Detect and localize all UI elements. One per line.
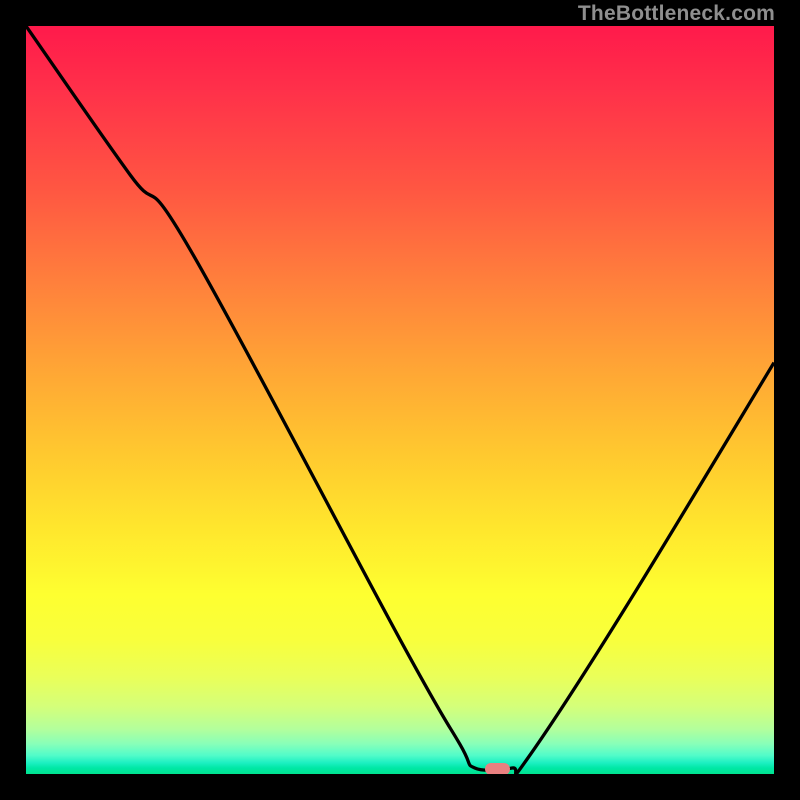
watermark-text: TheBottleneck.com	[578, 2, 775, 26]
optimal-marker	[485, 763, 510, 774]
curve-svg	[26, 26, 774, 774]
chart-frame: TheBottleneck.com	[0, 0, 800, 800]
bottleneck-curve	[26, 26, 774, 774]
plot-area	[26, 26, 774, 774]
